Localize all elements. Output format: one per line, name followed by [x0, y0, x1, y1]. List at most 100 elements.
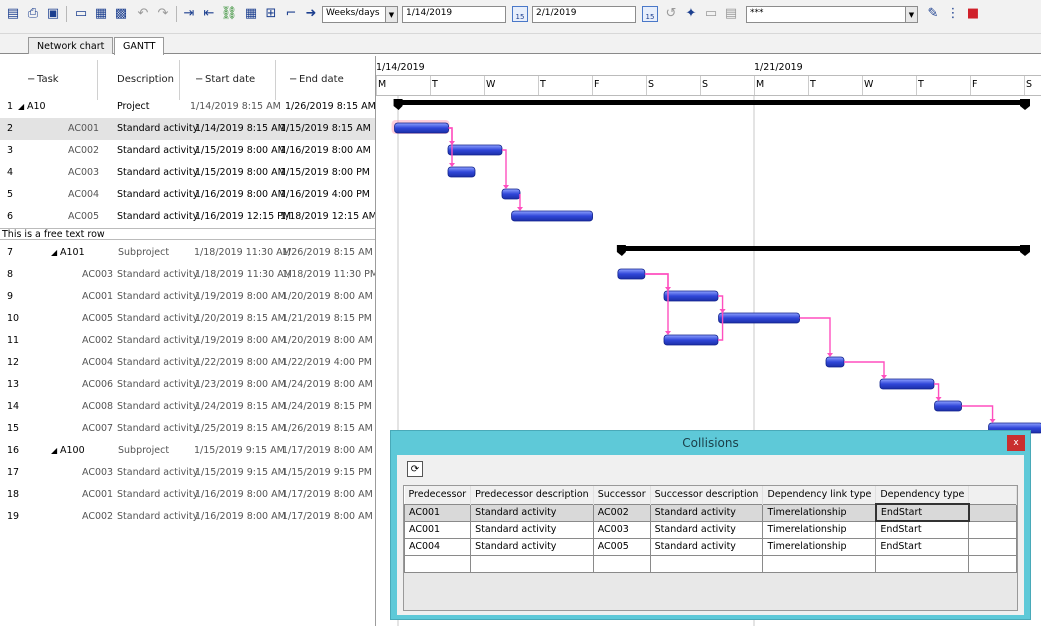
summary-bar[interactable] — [394, 100, 1028, 105]
critical-path-icon[interactable]: ✦ — [682, 4, 700, 22]
table-row[interactable]: 8 AC003 Standard activity 1/18/2019 11:30 A… — [0, 264, 375, 286]
header-task[interactable]: Task — [37, 74, 59, 85]
table-row[interactable]: AC004 Standard activity AC005 Standard acti… — [403, 537, 1017, 556]
dependency-icon[interactable]: ⌐ — [282, 4, 300, 22]
columns-icon[interactable]: ⋮ — [944, 4, 962, 22]
calendar-icon[interactable]: 15 — [512, 6, 528, 22]
task-bar[interactable] — [447, 144, 503, 156]
grid-column-header[interactable]: Predecessor description — [470, 486, 594, 504]
grid-cell[interactable]: Timerelationship — [762, 537, 877, 556]
table-row[interactable]: 15 AC007 Standard activity 1/25/2019 8:15 A… — [0, 418, 375, 440]
close-button[interactable]: x — [1007, 435, 1025, 451]
dependency-link[interactable] — [502, 149, 507, 187]
collapse-icon[interactable]: ◢ — [18, 102, 24, 111]
print-preview-icon[interactable]: ▭ — [72, 4, 90, 22]
dependency-link[interactable] — [644, 273, 669, 289]
table-row[interactable]: 4 AC003 Standard activity 1/15/2019 8:00 AM… — [0, 162, 375, 184]
sort-icon[interactable]: − — [27, 74, 35, 85]
end-date-input[interactable]: 2/1/2019 — [532, 6, 636, 23]
task-bar[interactable] — [511, 210, 593, 222]
grid-cell[interactable]: EndStart — [875, 520, 970, 539]
table-icon[interactable]: ▦ — [242, 4, 260, 22]
grid-cell[interactable]: AC004 — [403, 537, 472, 556]
empty-row[interactable] — [403, 554, 1017, 573]
zoom-out-icon[interactable]: ↺ — [662, 4, 680, 22]
grid-cell[interactable]: AC003 — [592, 520, 651, 539]
grid-cell[interactable]: Standard activity — [649, 520, 764, 539]
table-row[interactable]: 2 AC001 Standard activity 1/14/2019 8:15 AM… — [0, 118, 375, 140]
dependency-link[interactable] — [961, 405, 994, 421]
task-bar[interactable] — [663, 290, 719, 302]
task-bar[interactable] — [718, 312, 800, 324]
table-row[interactable]: 14 AC008 Standard activity 1/24/2019 8:15 A… — [0, 396, 375, 418]
export-icon[interactable]: ▣ — [44, 4, 62, 22]
table-row[interactable]: 18 AC001 Standard activity 1/16/2019 8:00 A… — [0, 484, 375, 506]
grid-cell[interactable]: AC001 — [403, 503, 472, 522]
table-row[interactable]: 9 AC001 Standard activity 1/19/2019 8:00 AM… — [0, 286, 375, 308]
grid-cell[interactable]: AC001 — [403, 520, 472, 539]
collapse-icon[interactable]: ◢ — [51, 248, 57, 257]
image-export-icon[interactable]: ▩ — [112, 4, 130, 22]
start-date-input[interactable]: 1/14/2019 — [402, 6, 506, 23]
grid-column-header[interactable]: Predecessor — [404, 486, 472, 504]
task-bar[interactable] — [879, 378, 935, 390]
header-description[interactable]: Description — [117, 74, 174, 85]
table-row[interactable]: 16 ◢ A100 Subproject 1/15/2019 9:15 AM 1/17/2… — [0, 440, 375, 462]
header-start-date[interactable]: Start date — [205, 74, 255, 85]
summary-bar[interactable] — [617, 246, 1028, 251]
dependency-link[interactable] — [934, 383, 940, 399]
free-text-row[interactable]: This is a free text row — [0, 228, 375, 240]
collapse-icon[interactable]: ◢ — [51, 446, 57, 455]
grid-cell[interactable]: EndStart — [874, 503, 970, 522]
grid-cell[interactable]: Standard activity — [649, 537, 764, 556]
table-row[interactable]: AC001 Standard activity AC002 Standard acti… — [403, 503, 1017, 522]
table-row[interactable]: 11 AC002 Standard activity 1/19/2019 8:00 A… — [0, 330, 375, 352]
dependency-link[interactable] — [644, 273, 669, 333]
save-icon[interactable]: ▤ — [4, 4, 22, 22]
refresh-icon[interactable]: ⟳ — [407, 461, 423, 477]
table-row[interactable]: 13 AC006 Standard activity 1/23/2019 8:00 A… — [0, 374, 375, 396]
edit-icon[interactable]: ✎ — [924, 4, 942, 22]
tab-gantt[interactable]: GANTT — [114, 37, 165, 55]
grid-column-header[interactable]: Dependency type — [875, 486, 970, 504]
grid-cell[interactable]: EndStart — [875, 537, 970, 556]
dependency-link[interactable] — [718, 295, 724, 311]
save-gray-icon[interactable]: ▤ — [722, 4, 740, 22]
grid-cell[interactable]: Standard activity — [649, 503, 764, 522]
task-bar[interactable] — [617, 268, 646, 280]
table-row[interactable]: 19 AC002 Standard activity 1/16/2019 8:00 A… — [0, 506, 375, 528]
table-row[interactable]: 3 AC002 Standard activity 1/15/2019 8:00 AM… — [0, 140, 375, 162]
table-row[interactable]: 6 AC005 Standard activity 1/16/2019 12:15 P… — [0, 206, 375, 228]
table-row[interactable]: 1 ◢ A10 Project 1/14/2019 8:15 AM 1/26/2019 8… — [0, 96, 375, 118]
chevron-down-icon[interactable]: ▼ — [905, 7, 917, 22]
arrow-icon[interactable]: ➜ — [302, 4, 320, 22]
task-bar[interactable] — [825, 356, 845, 368]
link-icon[interactable]: ⛓ — [220, 4, 238, 22]
table-row[interactable]: 12 AC004 Standard activity 1/22/2019 8:00 A… — [0, 352, 375, 374]
table-row[interactable]: 17 AC003 Standard activity 1/15/2019 9:15 A… — [0, 462, 375, 484]
undo-icon[interactable]: ↶ — [134, 4, 152, 22]
task-bar[interactable] — [934, 400, 962, 412]
grid-column-header[interactable]: Successor description — [650, 486, 764, 504]
grid-cell[interactable]: Timerelationship — [762, 520, 877, 539]
header-end-date[interactable]: End date — [299, 74, 344, 85]
task-bar[interactable] — [501, 188, 521, 200]
table-row[interactable]: AC001 Standard activity AC003 Standard acti… — [403, 520, 1017, 539]
calendar-icon[interactable]: 15 — [642, 6, 658, 22]
indent-icon[interactable]: ⇥ — [180, 4, 198, 22]
grid-cell[interactable]: Timerelationship — [762, 503, 877, 522]
dependency-link[interactable] — [799, 317, 831, 355]
chevron-down-icon[interactable]: ▼ — [385, 7, 397, 22]
folder-icon[interactable]: ▭ — [702, 4, 720, 22]
print-icon[interactable]: ⎙ — [24, 4, 42, 22]
collisions-icon[interactable]: ■ — [964, 4, 982, 22]
task-bar[interactable] — [447, 166, 476, 178]
sort-icon[interactable]: − — [289, 74, 297, 85]
filter-select[interactable]: *** ▼ — [746, 6, 918, 23]
grid-column-header[interactable]: Successor — [593, 486, 651, 504]
page-setup-icon[interactable]: ▦ — [92, 4, 110, 22]
grid-cell[interactable]: Standard activity — [470, 537, 594, 556]
table-row[interactable]: 5 AC004 Standard activity 1/16/2019 8:00 AM… — [0, 184, 375, 206]
table-row[interactable]: 10 AC005 Standard activity 1/20/2019 8:15 A… — [0, 308, 375, 330]
network-icon[interactable]: ⊞ — [262, 4, 280, 22]
